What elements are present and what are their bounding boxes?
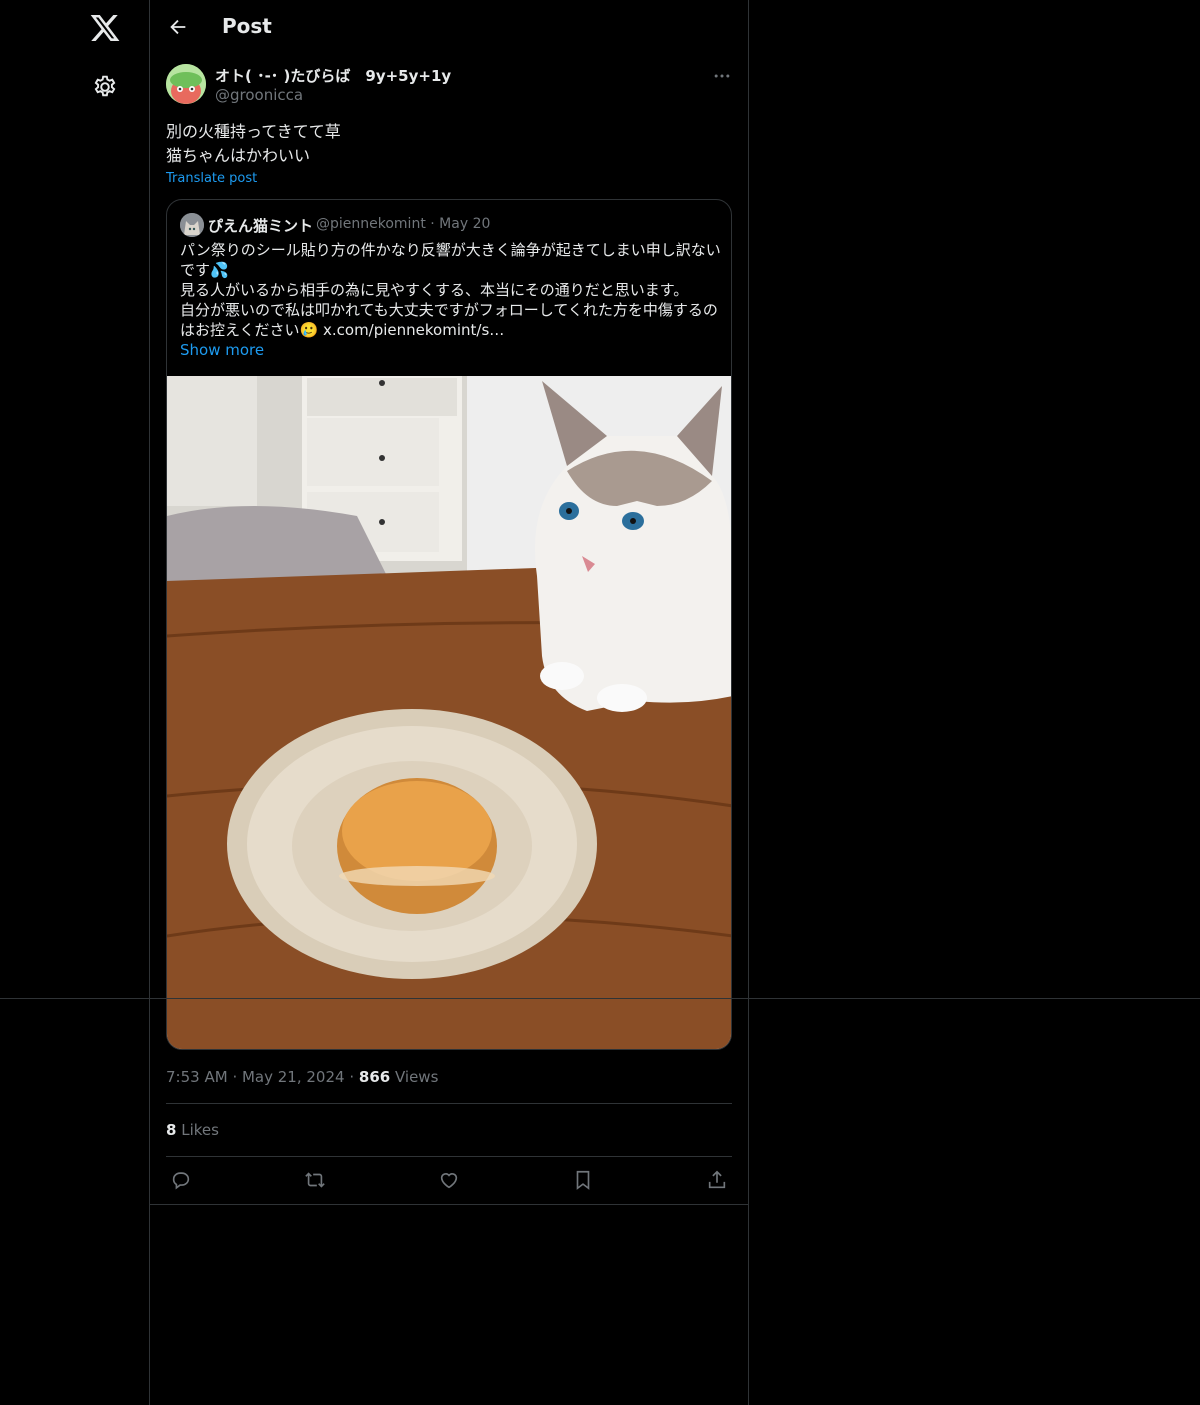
quote-text-line: 見る人がいるから相手の為に見やすくする、本当にその通りだと思います。 bbox=[180, 281, 689, 299]
post-text-line: 猫ちゃんはかわいい bbox=[166, 146, 311, 165]
post-text: 別の火種持ってきてて草 猫ちゃんはかわいい bbox=[166, 120, 341, 168]
user-handle[interactable]: @groonicca bbox=[215, 86, 303, 104]
bookmark-icon[interactable] bbox=[572, 1169, 594, 1191]
quoted-post[interactable]: ぴえん猫ミント @piennekomint · May 20 パン祭りのシール貼… bbox=[166, 199, 732, 1050]
dot-separator: · bbox=[232, 1068, 242, 1086]
repost-icon[interactable] bbox=[304, 1169, 326, 1191]
quote-date: May 20 bbox=[439, 216, 491, 232]
post-meta: 7:53 AM · May 21, 2024 · 866 Views bbox=[166, 1068, 438, 1086]
avatar-image bbox=[166, 64, 206, 104]
likes-count: 8 bbox=[166, 1121, 177, 1139]
quote-avatar-image bbox=[180, 213, 204, 237]
x-logo-icon[interactable] bbox=[89, 12, 121, 44]
back-arrow-icon[interactable] bbox=[167, 16, 189, 38]
quote-handle-date: @piennekomint · May 20 bbox=[316, 216, 490, 232]
dot-separator: · bbox=[430, 216, 440, 232]
more-icon[interactable] bbox=[712, 66, 732, 86]
views-label: Views bbox=[394, 1068, 439, 1086]
reply-icon[interactable] bbox=[170, 1169, 192, 1191]
likes-label: Likes bbox=[181, 1121, 219, 1139]
likes-summary[interactable]: 8 Likes bbox=[166, 1121, 219, 1139]
dot-separator: · bbox=[349, 1068, 359, 1086]
quote-photo[interactable] bbox=[167, 376, 732, 1050]
divider bbox=[166, 1156, 732, 1157]
gear-icon[interactable] bbox=[92, 74, 118, 100]
left-navigation bbox=[0, 0, 150, 1405]
views-count: 866 bbox=[358, 1068, 391, 1086]
quote-text-line: パン祭りのシール貼り方の件かなり反響が大きく論争が起きてしまい申し訳ないです💦 bbox=[180, 241, 721, 279]
quote-avatar bbox=[180, 213, 204, 237]
display-name[interactable]: オト( ･-･ )たびらば 9y+5y+1y bbox=[215, 65, 451, 86]
like-icon[interactable] bbox=[438, 1169, 460, 1191]
page-title: Post bbox=[222, 14, 272, 38]
post-text-line: 別の火種持ってきてて草 bbox=[166, 122, 341, 141]
quote-text: パン祭りのシール貼り方の件かなり反響が大きく論争が起きてしまい申し訳ないです💦 … bbox=[180, 240, 725, 340]
quote-handle: @piennekomint bbox=[316, 216, 426, 232]
share-icon[interactable] bbox=[706, 1169, 728, 1191]
action-bar bbox=[150, 1166, 748, 1194]
show-more-link[interactable]: Show more bbox=[180, 341, 264, 359]
quote-text-line: 自分が悪いので私は叩かれても大丈夫ですがフォローしてくれた方を中傷するのはお控え… bbox=[180, 301, 718, 339]
divider bbox=[150, 1204, 748, 1205]
main-column: Post オト( ･-･ )たびらば 9y+5y+1y @groonicca 別… bbox=[149, 0, 749, 1405]
translate-post-link[interactable]: Translate post bbox=[166, 171, 257, 186]
page-header: Post bbox=[150, 0, 748, 54]
viewport-divider bbox=[0, 998, 1200, 999]
avatar[interactable] bbox=[166, 64, 206, 104]
post-time[interactable]: 7:53 AM bbox=[166, 1068, 228, 1086]
post-date[interactable]: May 21, 2024 bbox=[242, 1068, 345, 1086]
divider bbox=[166, 1103, 732, 1104]
quote-display-name: ぴえん猫ミント bbox=[208, 217, 314, 235]
